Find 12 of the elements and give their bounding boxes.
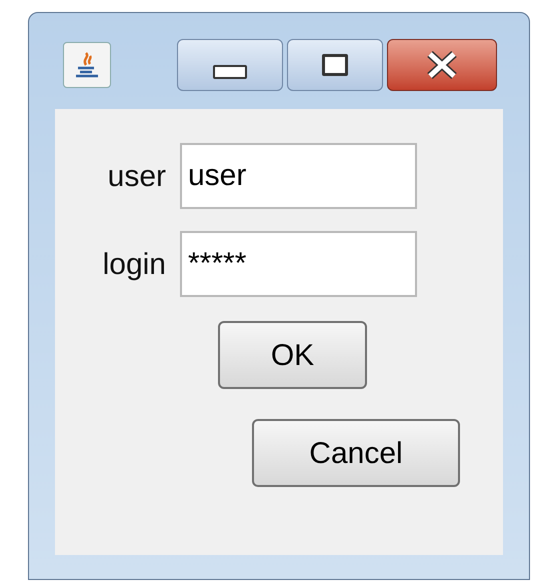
minimize-button[interactable] [177, 39, 283, 91]
minimize-icon [213, 65, 247, 79]
close-button[interactable] [387, 39, 497, 91]
text-field[interactable]: user [180, 143, 417, 209]
dialog-button[interactable]: OK [218, 321, 367, 389]
dialog-button[interactable]: Cancel [252, 419, 460, 487]
maximize-icon [322, 54, 348, 76]
field-label: user [106, 158, 167, 194]
field-label: login [102, 246, 167, 282]
maximize-button[interactable] [287, 39, 383, 91]
text-field[interactable]: ***** [180, 231, 417, 297]
app-icon[interactable] [63, 42, 111, 88]
